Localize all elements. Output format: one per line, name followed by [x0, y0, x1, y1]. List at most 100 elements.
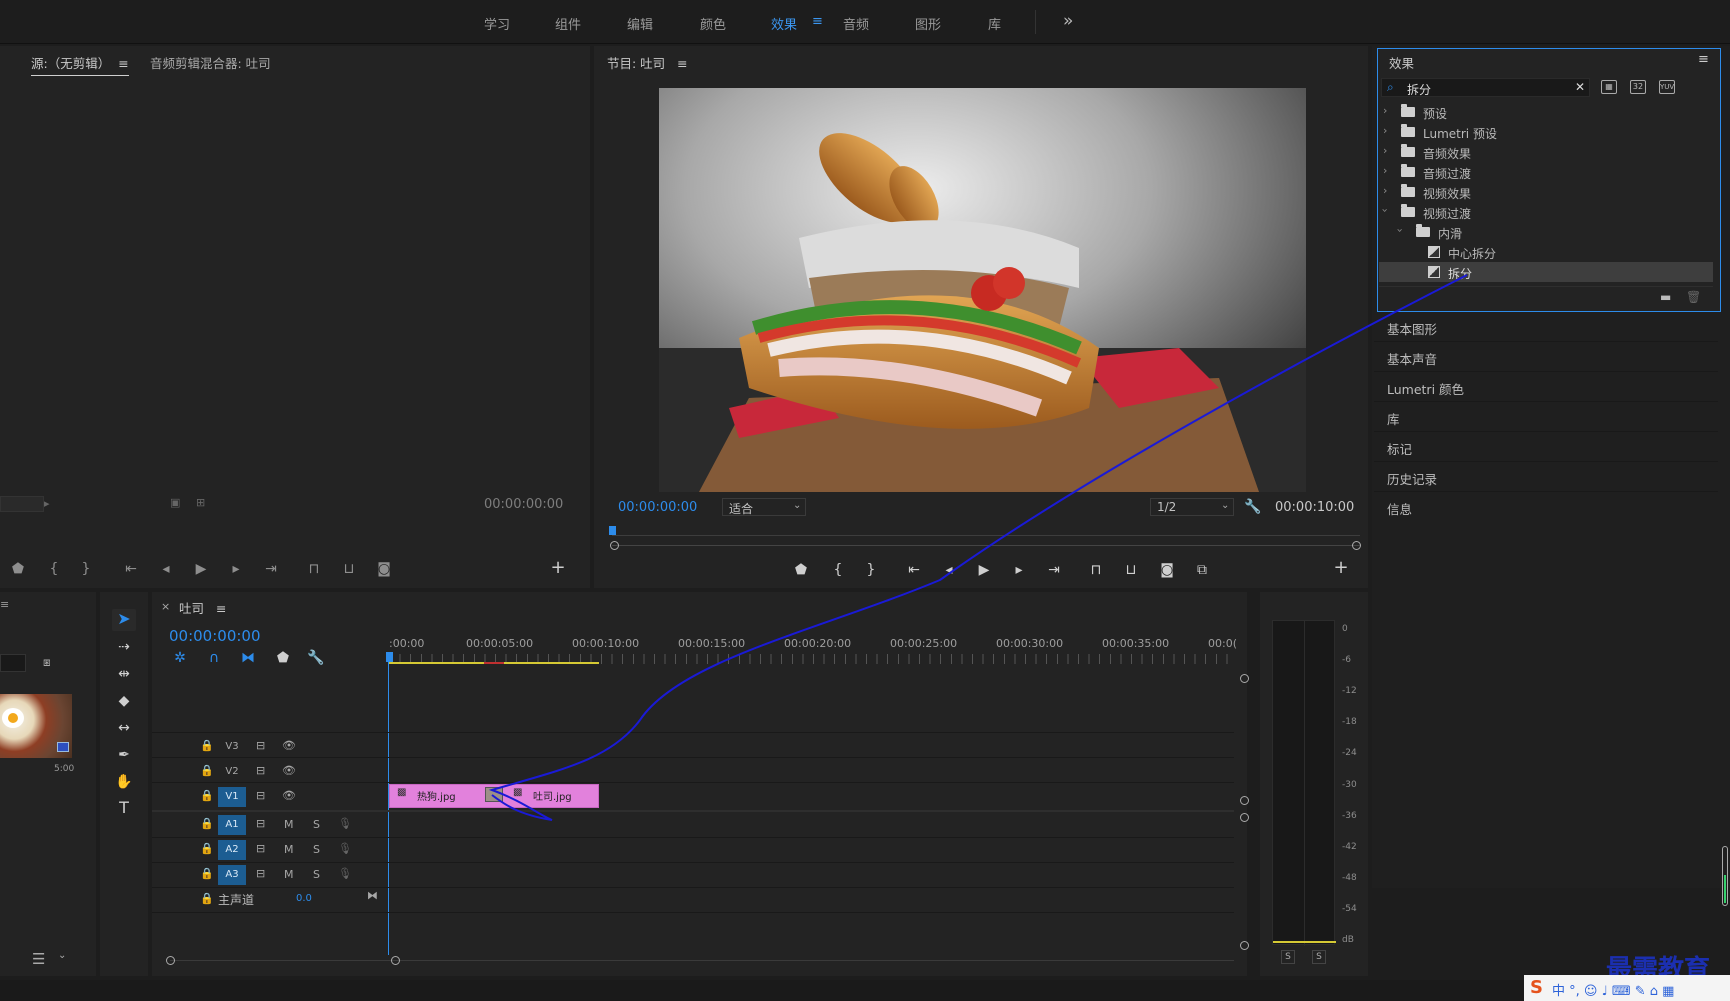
- zoom-level-select[interactable]: 适合 ⌄: [722, 498, 806, 516]
- add-marker-icon[interactable]: ⬟: [9, 562, 27, 576]
- timeline-tab[interactable]: 吐司 ≡: [179, 598, 226, 617]
- mute-button[interactable]: M: [284, 843, 294, 856]
- close-tab-icon[interactable]: ×: [161, 600, 170, 613]
- ime-toolbar[interactable]: S 中 °, ☺ ♩ ⌨ ✎ ⌂ ▦: [1524, 975, 1730, 1001]
- panel-menu-icon[interactable]: ≡: [216, 601, 226, 616]
- find-icon[interactable]: ⧆: [43, 655, 51, 670]
- workspace-tab-assembly[interactable]: 组件: [555, 14, 581, 33]
- add-marker-icon[interactable]: ⬟: [792, 563, 810, 577]
- selection-tool-icon[interactable]: ➤: [115, 611, 133, 627]
- program-time-ruler[interactable]: [612, 532, 1360, 540]
- step-back-icon[interactable]: ◂: [157, 562, 175, 576]
- track-label[interactable]: V1: [218, 787, 246, 807]
- toggle-sync-lock-icon[interactable]: ⊟: [256, 817, 265, 830]
- workspace-menu-icon[interactable]: ≡: [812, 14, 823, 29]
- wrench-icon[interactable]: 🔧: [1244, 500, 1262, 514]
- panel-menu-icon[interactable]: ≡: [1698, 52, 1709, 67]
- workspace-tab-editing[interactable]: 编辑: [627, 14, 653, 33]
- go-to-in-icon[interactable]: ⇤: [122, 562, 140, 576]
- scroll-handle-right[interactable]: [391, 956, 400, 965]
- tree-item-slide[interactable]: › 内滑: [1379, 222, 1713, 242]
- transition-marker[interactable]: [485, 787, 503, 802]
- panel-essential-sound[interactable]: 基本声音: [1374, 342, 1718, 372]
- ripple-edit-tool-icon[interactable]: ⇹: [115, 667, 133, 681]
- audio-clip-mixer-tab[interactable]: 音频剪辑混合器: 吐司: [150, 53, 271, 72]
- scroll-indicator[interactable]: [1722, 846, 1728, 906]
- track-label[interactable]: A2: [218, 840, 246, 860]
- panel-lumetri-color[interactable]: Lumetri 颜色: [1374, 372, 1718, 402]
- video-scroll-handle-bottom[interactable]: [1240, 796, 1249, 805]
- overwrite-icon[interactable]: ⊔: [340, 562, 358, 576]
- export-frame-icon[interactable]: ◙: [1158, 563, 1176, 577]
- playback-resolution-select[interactable]: 1/2 ⌄: [1150, 498, 1234, 516]
- safe-margins-icon[interactable]: ⊞: [196, 496, 205, 509]
- program-timecode-current[interactable]: 00:00:00:00: [618, 500, 697, 515]
- go-to-out-icon[interactable]: ⇥: [1045, 563, 1063, 577]
- clip-toast[interactable]: ▩ 吐司.jpg: [505, 784, 599, 808]
- comparison-view-icon[interactable]: ⧉: [1193, 563, 1211, 577]
- go-to-in-icon[interactable]: ⇤: [905, 563, 923, 577]
- chevron-right-icon[interactable]: ›: [1383, 144, 1387, 157]
- mark-in-icon[interactable]: {: [829, 563, 847, 577]
- track-label[interactable]: A3: [218, 865, 246, 885]
- clip-hotdog[interactable]: ▩ 热狗.jpg: [389, 784, 485, 808]
- tree-item-split[interactable]: 拆分: [1379, 262, 1713, 282]
- mute-button[interactable]: M: [284, 818, 294, 831]
- program-zoom-bar[interactable]: [612, 545, 1360, 546]
- lock-icon[interactable]: 🔒: [200, 892, 214, 905]
- type-tool-icon[interactable]: T: [115, 800, 133, 816]
- workspace-tab-libraries[interactable]: 库: [988, 14, 1001, 33]
- tree-item-video-effects[interactable]: › 视频效果: [1379, 182, 1713, 202]
- chevron-right-icon[interactable]: ›: [1383, 164, 1387, 177]
- clear-search-icon[interactable]: ✕: [1575, 80, 1585, 94]
- chevron-right-icon[interactable]: ›: [1383, 124, 1387, 137]
- step-back-icon[interactable]: ◂: [940, 563, 958, 577]
- track-label[interactable]: A1: [218, 815, 246, 835]
- linked-selection-icon[interactable]: ⧓: [239, 651, 257, 665]
- mark-out-icon[interactable]: }: [862, 563, 880, 577]
- tree-item-audio-effects[interactable]: › 音频效果: [1379, 142, 1713, 162]
- workspace-tab-audio[interactable]: 音频: [843, 14, 869, 33]
- source-zoom-select[interactable]: [0, 496, 44, 512]
- insert-icon[interactable]: ⊓: [305, 562, 323, 576]
- panel-menu-icon[interactable]: ≡: [118, 56, 128, 71]
- razor-tool-icon[interactable]: ◆: [115, 694, 133, 708]
- more-workspaces-icon[interactable]: »: [1063, 11, 1073, 31]
- go-to-out-icon[interactable]: ⇥: [262, 562, 280, 576]
- go-to-end-icon[interactable]: ⧓: [367, 889, 378, 902]
- panel-info[interactable]: 信息: [1374, 492, 1718, 522]
- timeline-timecode[interactable]: 00:00:00:00: [169, 627, 261, 645]
- program-playhead[interactable]: [609, 526, 616, 535]
- new-bin-icon[interactable]: ▬: [1660, 290, 1671, 304]
- settings-square-icon[interactable]: ▣: [170, 496, 180, 509]
- eye-icon[interactable]: 👁: [282, 764, 296, 777]
- solo-button[interactable]: S: [313, 843, 320, 856]
- microphone-icon[interactable]: 🎙: [338, 817, 352, 830]
- play-icon[interactable]: ▶: [192, 562, 210, 576]
- slip-tool-icon[interactable]: ↔: [115, 721, 133, 735]
- button-editor-plus-icon[interactable]: +: [1332, 559, 1350, 577]
- zoom-handle-left[interactable]: [610, 541, 619, 550]
- mark-out-icon[interactable]: }: [77, 562, 95, 576]
- panel-essential-graphics[interactable]: 基本图形: [1374, 312, 1718, 342]
- step-forward-icon[interactable]: ▸: [227, 562, 245, 576]
- sort-icon[interactable]: ☰: [32, 950, 45, 968]
- tree-item-lumetri-presets[interactable]: › Lumetri 预设: [1379, 122, 1713, 142]
- mark-in-icon[interactable]: {: [45, 562, 63, 576]
- source-tab[interactable]: 源:（无剪辑） ≡: [31, 53, 129, 76]
- lock-icon[interactable]: 🔒: [200, 739, 214, 752]
- step-forward-icon[interactable]: ▸: [1010, 563, 1028, 577]
- workspace-tab-graphics[interactable]: 图形: [915, 14, 941, 33]
- master-volume-value[interactable]: 0.0: [296, 893, 312, 904]
- track-label[interactable]: V2: [218, 762, 246, 782]
- meter-solo-left[interactable]: S: [1281, 950, 1295, 964]
- lock-icon[interactable]: 🔒: [200, 789, 214, 802]
- project-search-input[interactable]: [0, 654, 26, 672]
- solo-button[interactable]: S: [313, 868, 320, 881]
- toggle-sync-lock-icon[interactable]: ⊟: [256, 842, 265, 855]
- workspace-tab-learn[interactable]: 学习: [484, 14, 510, 33]
- toggle-sync-lock-icon[interactable]: ⊟: [256, 764, 265, 777]
- export-frame-icon[interactable]: ◙: [375, 562, 393, 576]
- eye-icon[interactable]: 👁: [282, 789, 296, 802]
- tree-item-video-transitions[interactable]: › 视频过渡: [1379, 202, 1713, 222]
